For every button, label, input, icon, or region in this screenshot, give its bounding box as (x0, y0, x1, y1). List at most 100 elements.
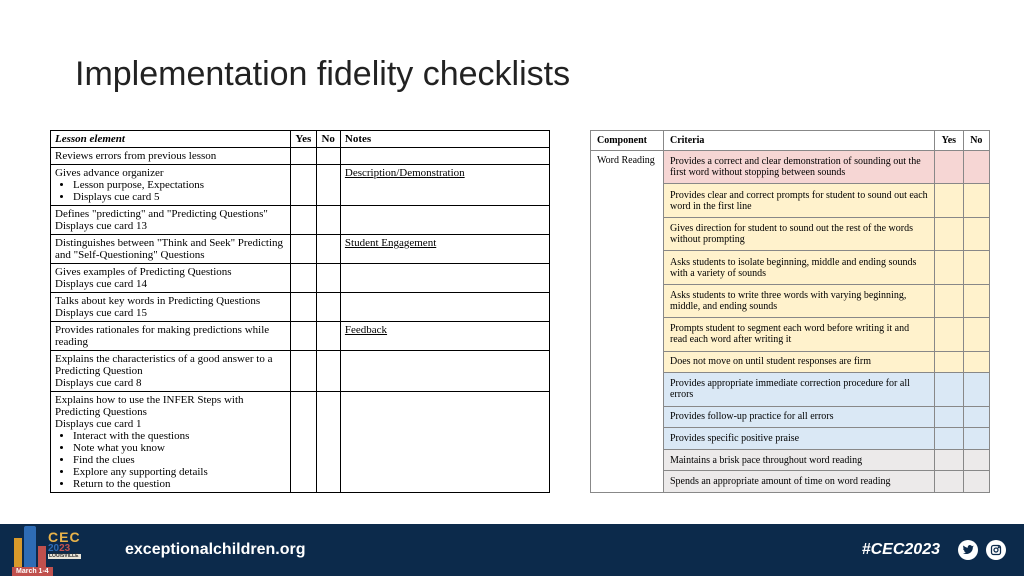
slide: Implementation fidelity checklists Lesso… (0, 0, 1024, 576)
criteria-cell: Provides a correct and clear demonstrati… (663, 151, 934, 184)
no-cell[interactable] (317, 235, 340, 264)
yes-cell[interactable] (291, 235, 317, 264)
logo-text: CEC 2023 LOUISVILLE (48, 530, 81, 559)
table-row: Gives examples of Predicting QuestionsDi… (51, 264, 550, 293)
yes-cell[interactable] (935, 351, 964, 373)
no-cell[interactable] (963, 151, 989, 184)
yes-cell[interactable] (935, 217, 964, 250)
list-item: Find the clues (73, 454, 286, 466)
list-item: Displays cue card 5 (73, 191, 286, 203)
yes-cell[interactable] (291, 264, 317, 293)
footer-url: exceptionalchildren.org (125, 541, 305, 559)
yes-cell[interactable] (291, 351, 317, 392)
no-cell[interactable] (317, 264, 340, 293)
header-component: Component (591, 131, 664, 151)
lesson-element-cell: Distinguishes between "Think and Seek" P… (51, 235, 291, 264)
criteria-cell: Provides appropriate immediate correctio… (663, 373, 934, 406)
no-cell[interactable] (317, 206, 340, 235)
yes-cell[interactable] (935, 471, 964, 493)
yes-cell[interactable] (935, 151, 964, 184)
table-row: Explains the characteristics of a good a… (51, 351, 550, 392)
lesson-element-cell: Provides rationales for making predictio… (51, 322, 291, 351)
header-notes: Notes (340, 131, 549, 148)
table-row: Reviews errors from previous lesson (51, 148, 550, 165)
yes-cell[interactable] (935, 428, 964, 450)
cec-logo-emblem: CEC 2023 LOUISVILLE March 1-4 (10, 524, 90, 576)
logo-subtitle: LOUISVILLE (48, 554, 81, 559)
yes-cell[interactable] (935, 184, 964, 217)
no-cell[interactable] (963, 406, 989, 428)
yes-cell[interactable] (935, 449, 964, 471)
header-no: No (963, 131, 989, 151)
lesson-element-cell: Explains how to use the INFER Steps with… (51, 392, 291, 493)
yes-cell[interactable] (935, 284, 964, 317)
criteria-cell: Provides clear and correct prompts for s… (663, 184, 934, 217)
no-cell[interactable] (963, 351, 989, 373)
cec-logo: CEC 2023 LOUISVILLE March 1-4 (0, 524, 95, 576)
criteria-cell: Provides follow-up practice for all erro… (663, 406, 934, 428)
criteria-cell: Maintains a brisk pace throughout word r… (663, 449, 934, 471)
header-yes: Yes (291, 131, 317, 148)
yes-cell[interactable] (291, 322, 317, 351)
no-cell[interactable] (963, 217, 989, 250)
yes-cell[interactable] (935, 406, 964, 428)
list-item: Explore any supporting details (73, 466, 286, 478)
lesson-element-cell: Talks about key words in Predicting Ques… (51, 293, 291, 322)
no-cell[interactable] (963, 184, 989, 217)
criteria-cell: Does not move on until student responses… (663, 351, 934, 373)
logo-building-icon (14, 538, 22, 568)
yes-cell[interactable] (935, 373, 964, 406)
no-cell[interactable] (317, 351, 340, 392)
no-cell[interactable] (317, 165, 340, 206)
lesson-element-cell: Gives advance organizerLesson purpose, E… (51, 165, 291, 206)
logo-cec: CEC (48, 530, 81, 544)
criteria-cell: Provides specific positive praise (663, 428, 934, 450)
yes-cell[interactable] (291, 293, 317, 322)
lesson-element-cell: Explains the characteristics of a good a… (51, 351, 291, 392)
slide-content: Lesson element Yes No Notes Reviews erro… (50, 130, 994, 493)
criteria-cell: Prompts student to segment each word bef… (663, 318, 934, 351)
no-cell[interactable] (963, 284, 989, 317)
table-row: Gives advance organizerLesson purpose, E… (51, 165, 550, 206)
list-item: Return to the question (73, 478, 286, 490)
yes-cell[interactable] (291, 165, 317, 206)
table-row: Word ReadingProvides a correct and clear… (591, 151, 990, 184)
table-row: Explains how to use the INFER Steps with… (51, 392, 550, 493)
notes-cell: Feedback (340, 322, 549, 351)
logo-building-icon (24, 526, 36, 568)
lesson-element-cell: Defines "predicting" and "Predicting Que… (51, 206, 291, 235)
no-cell[interactable] (963, 318, 989, 351)
component-cell: Word Reading (591, 151, 664, 493)
list-item: Lesson purpose, Expectations (73, 179, 286, 191)
no-cell[interactable] (963, 471, 989, 493)
no-cell[interactable] (317, 293, 340, 322)
criteria-cell: Gives direction for student to sound out… (663, 217, 934, 250)
twitter-icon[interactable] (958, 540, 978, 560)
notes-cell: Description/Demonstration (340, 165, 549, 206)
no-cell[interactable] (963, 373, 989, 406)
yes-cell[interactable] (291, 148, 317, 165)
notes-cell: Student Engagement (340, 235, 549, 264)
header-yes: Yes (935, 131, 964, 151)
yes-cell[interactable] (935, 251, 964, 284)
checklist-lesson-element: Lesson element Yes No Notes Reviews erro… (50, 130, 550, 493)
yes-cell[interactable] (291, 392, 317, 493)
no-cell[interactable] (963, 449, 989, 471)
footer-bar: CEC 2023 LOUISVILLE March 1-4 exceptiona… (0, 524, 1024, 576)
table-row: Provides rationales for making predictio… (51, 322, 550, 351)
no-cell[interactable] (963, 251, 989, 284)
no-cell[interactable] (317, 148, 340, 165)
no-cell[interactable] (317, 392, 340, 493)
instagram-icon[interactable] (986, 540, 1006, 560)
checklist-component-criteria: Component Criteria Yes No Word ReadingPr… (590, 130, 990, 493)
header-lesson-element: Lesson element (51, 131, 291, 148)
lesson-element-cell: Gives examples of Predicting QuestionsDi… (51, 264, 291, 293)
notes-cell (340, 351, 549, 392)
no-cell[interactable] (963, 428, 989, 450)
criteria-cell: Asks students to isolate beginning, midd… (663, 251, 934, 284)
no-cell[interactable] (317, 322, 340, 351)
notes-cell (340, 148, 549, 165)
yes-cell[interactable] (291, 206, 317, 235)
yes-cell[interactable] (935, 318, 964, 351)
table-header-row: Component Criteria Yes No (591, 131, 990, 151)
